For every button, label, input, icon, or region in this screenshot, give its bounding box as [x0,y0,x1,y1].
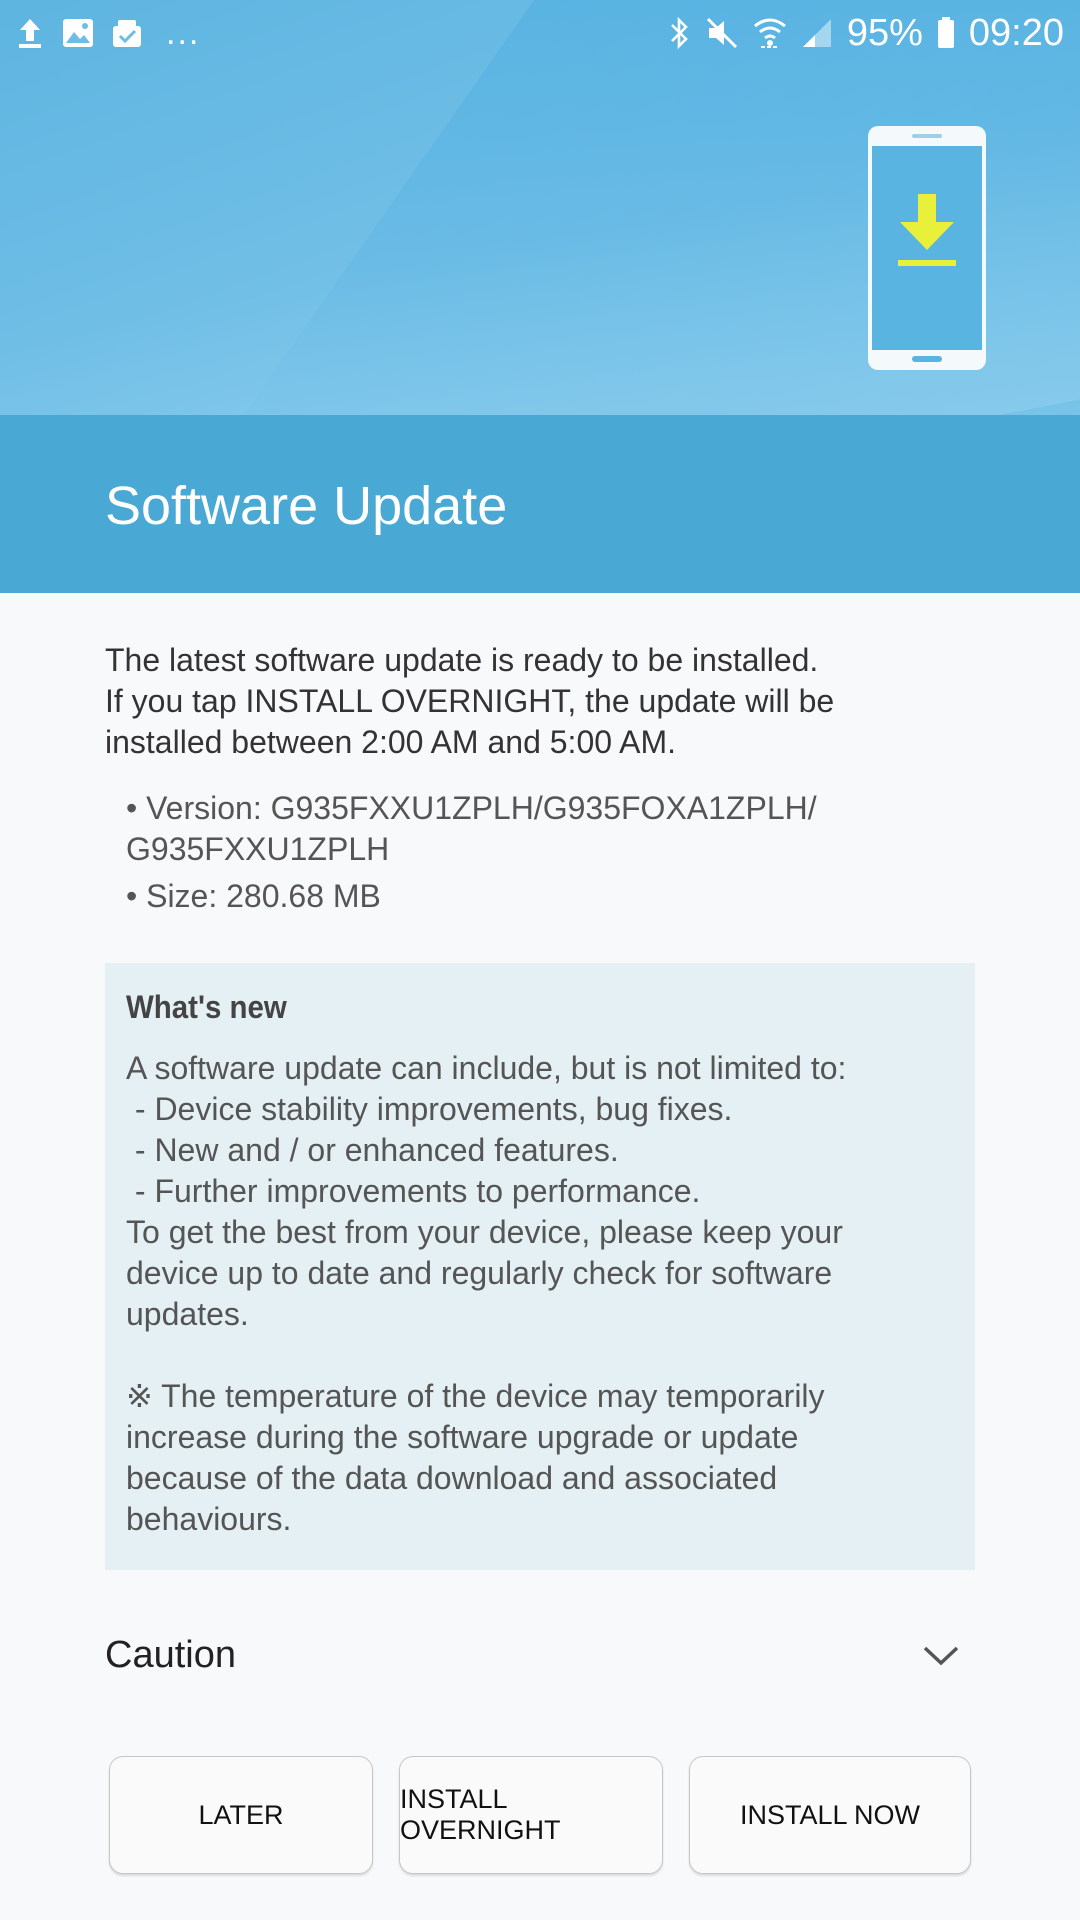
phone-download-illustration [868,126,986,370]
temperature-note-line: behaviours. [126,1501,292,1537]
version-info: • Version: G935FXXU1ZPLH/G935FOXA1ZPLH/ … [126,788,986,870]
wifi-icon [753,16,787,50]
signal-icon [801,17,833,49]
whats-new-box: What's new A software update can include… [105,963,975,1570]
whats-new-line: - New and / or enhanced features. [126,1132,619,1168]
clipboard-check-icon [112,18,144,48]
whats-new-heading: What's new [126,989,287,1025]
download-icon [894,194,960,275]
battery-percent: 95% [846,11,923,54]
size-info: • Size: 280.68 MB [126,878,381,914]
update-details: • Version: G935FXXU1ZPLH/G935FOXA1ZPLH/ … [126,788,986,923]
caution-label: Caution [105,1633,236,1676]
whats-new-line: A software update can include, but is no… [126,1050,847,1086]
status-bar: ... 95% 09:20 [0,0,1080,66]
install-overnight-button[interactable]: INSTALL OVERNIGHT [399,1756,663,1874]
intro-line: If you tap INSTALL OVERNIGHT, the update… [105,683,835,719]
temperature-note-line: increase during the software upgrade or … [126,1419,799,1455]
temperature-note-line: ※ The temperature of the device may temp… [126,1378,825,1414]
image-icon [62,18,94,48]
caution-expander[interactable]: Caution [105,1630,975,1680]
action-buttons: LATER INSTALL OVERNIGHT INSTALL NOW [109,1756,971,1874]
clock: 09:20 [968,11,1064,54]
mute-icon [705,16,739,50]
intro-text: The latest software update is ready to b… [105,640,985,763]
whats-new-line: - Device stability improvements, bug fix… [126,1091,733,1127]
whats-new-line: device up to date and regularly check fo… [126,1255,833,1291]
title-band: Software Update [0,415,1080,593]
upload-icon [16,17,44,49]
header-banner: ... 95% 09:20 [0,0,1080,415]
temperature-note-line: because of the data download and associa… [126,1460,778,1496]
chevron-down-icon[interactable] [922,1634,960,1677]
version-line: G935FXXU1ZPLH [126,831,390,867]
page-title: Software Update [105,476,508,536]
more-notifications: ... [166,13,201,52]
bluetooth-icon [669,16,691,50]
intro-line: The latest software update is ready to b… [105,642,819,678]
install-now-button[interactable]: INSTALL NOW [689,1756,971,1874]
whats-new-line: - Further improvements to performance. [126,1173,701,1209]
battery-icon [937,17,955,49]
whats-new-line: updates. [126,1296,249,1332]
later-button[interactable]: LATER [109,1756,373,1874]
intro-line: installed between 2:00 AM and 5:00 AM. [105,724,677,760]
version-line: • Version: G935FXXU1ZPLH/G935FOXA1ZPLH/ [126,790,817,826]
whats-new-line: To get the best from your device, please… [126,1214,843,1250]
